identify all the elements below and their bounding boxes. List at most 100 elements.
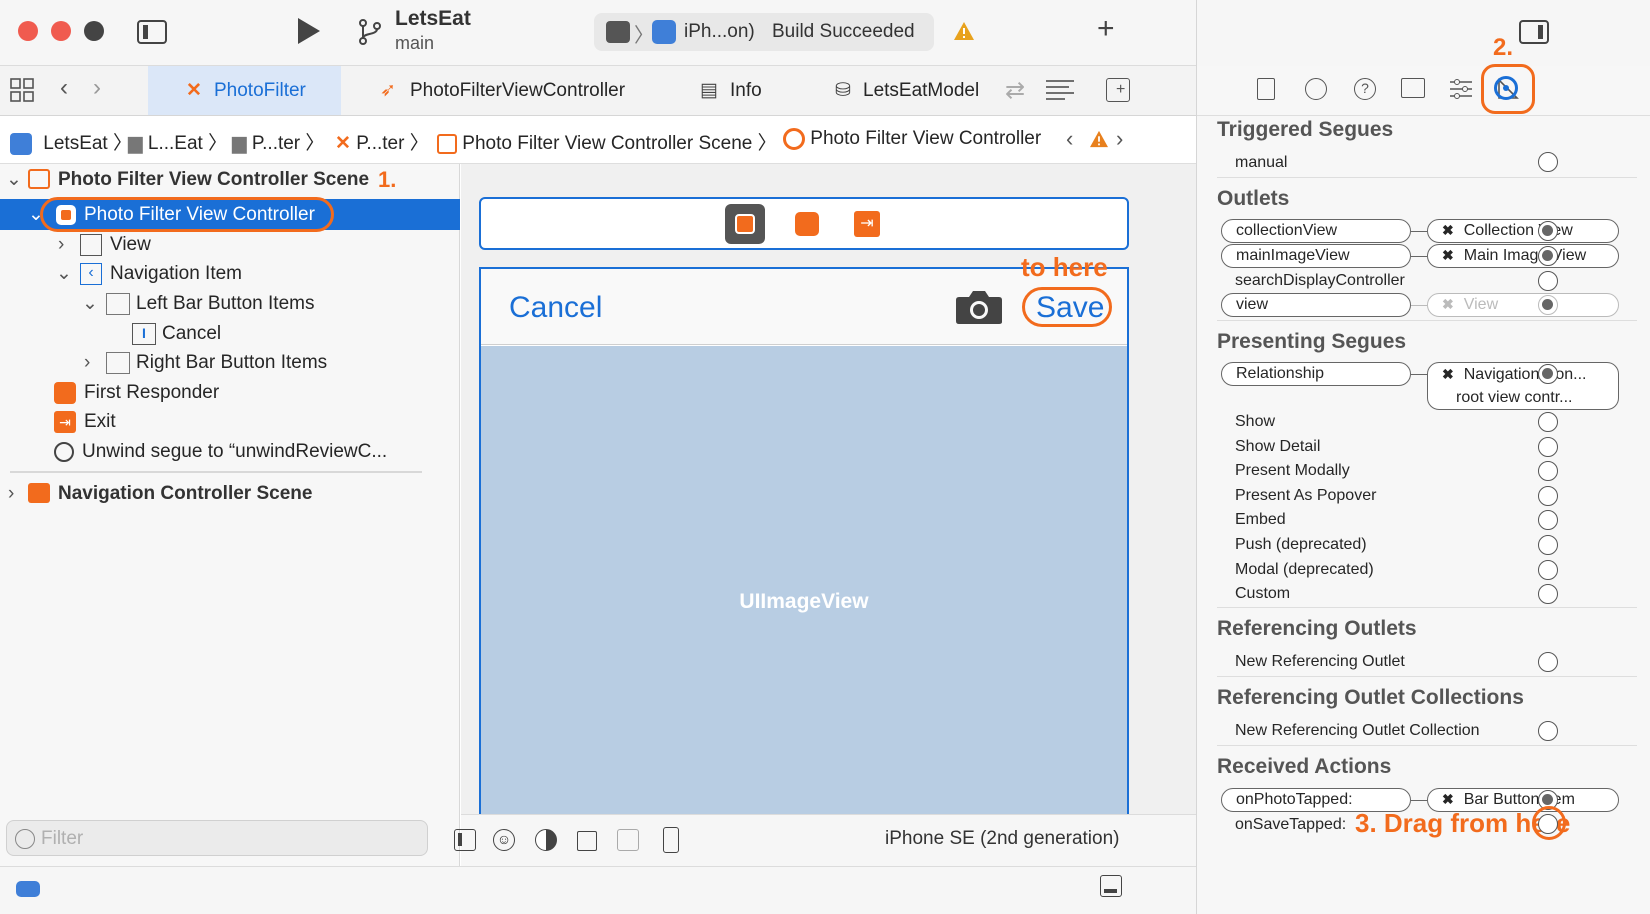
jumpbar-item-project[interactable]: LetsEat 〉 <box>10 128 132 155</box>
minimize-window-button[interactable] <box>51 21 71 41</box>
segue-connection-circle[interactable] <box>1538 412 1558 432</box>
accessibility-icon[interactable]: ☺ <box>493 829 515 851</box>
history-inspector-icon[interactable] <box>1305 78 1327 100</box>
outline-scene-navcontroller[interactable]: › Navigation Controller Scene <box>0 478 460 509</box>
segue-connection-circle[interactable] <box>1538 584 1558 604</box>
outlet-target-collection-view[interactable]: ✖ Collection View <box>1427 219 1619 243</box>
swap-icon[interactable]: ⇄ <box>1005 76 1025 105</box>
remove-connection-icon[interactable]: ✖ <box>1442 791 1454 807</box>
zoom-window-button[interactable] <box>84 21 104 41</box>
help-inspector-icon[interactable]: ? <box>1354 78 1376 100</box>
warning-icon[interactable] <box>953 21 975 46</box>
view-controller-frame[interactable]: Cancel Save to here UIImageView <box>479 252 1129 815</box>
outline-item-navitem[interactable]: ⌄ ‹ Navigation Item <box>0 258 460 289</box>
camera-icon[interactable] <box>955 289 1003 325</box>
remove-connection-icon[interactable]: ✖ <box>1442 247 1454 263</box>
tab-photofilter[interactable]: ✕ PhotoFilter <box>148 66 341 115</box>
back-icon[interactable]: ‹ <box>60 74 68 102</box>
orientation-icon[interactable] <box>577 831 597 851</box>
new-referencing-outlet-circle[interactable] <box>1538 652 1558 672</box>
outlet-target-view[interactable]: ✖ View <box>1427 293 1619 317</box>
segue-connection-circle[interactable] <box>1538 486 1558 506</box>
outlet-circle[interactable] <box>1538 221 1558 241</box>
dock-exit-icon[interactable]: ⇥ <box>854 211 880 237</box>
next-issue-icon[interactable]: › <box>1116 126 1123 152</box>
uiimageview[interactable]: UIImageView <box>481 346 1127 815</box>
outlet-circle[interactable] <box>1538 271 1558 291</box>
segue-connection-circle[interactable] <box>1538 535 1558 555</box>
tab-photofilterviewcontroller[interactable]: ➶ PhotoFilterViewController <box>380 66 650 115</box>
outlet-mainimageview[interactable]: mainImageView <box>1221 244 1411 268</box>
appearance-icon[interactable] <box>535 829 557 851</box>
outlet-collectionview[interactable]: collectionView <box>1221 219 1411 243</box>
outline-item-unwind[interactable]: Unwind segue to “unwindReviewC... <box>0 436 460 467</box>
disclosure-open-icon[interactable]: ⌄ <box>56 258 72 289</box>
segue-connection-circle[interactable] <box>1538 510 1558 530</box>
jumpbar-item-group2[interactable]: ▆ P...ter 〉 <box>232 128 324 155</box>
outline-item-leftbar[interactable]: ⌄ Left Bar Button Items <box>0 288 460 319</box>
cancel-button[interactable]: Cancel <box>509 291 602 325</box>
run-icon[interactable] <box>298 18 320 44</box>
outlet-view[interactable]: view <box>1221 293 1411 317</box>
filter-input[interactable]: Filter <box>6 820 428 856</box>
outlet-circle[interactable] <box>1538 246 1558 266</box>
remove-connection-icon[interactable]: ✖ <box>1442 296 1454 312</box>
remove-connection-icon[interactable]: ✖ <box>1442 366 1454 382</box>
manual-connection-circle[interactable] <box>1538 152 1558 172</box>
outline-item-vc[interactable]: ⌄ Photo Filter View Controller <box>0 197 460 232</box>
scene-dock[interactable]: ⇥ <box>479 197 1129 250</box>
library-add-icon[interactable]: + <box>1097 12 1115 46</box>
forward-icon[interactable]: › <box>93 74 101 102</box>
warning-icon[interactable] <box>1089 130 1109 154</box>
storyboard-canvas[interactable]: ⇥ Cancel Save to here UIImageView <box>461 164 1196 815</box>
connections-inspector-icon[interactable] <box>1494 76 1518 100</box>
outline-item-exit[interactable]: ⇥ Exit <box>0 406 460 437</box>
jumpbar-item-vc[interactable]: Photo Filter View Controller <box>783 128 1041 150</box>
disclosure-closed-icon[interactable]: › <box>58 229 64 260</box>
outline-item-view[interactable]: › View <box>0 229 460 260</box>
outline-item-first-responder[interactable]: First Responder <box>0 377 460 408</box>
onsavetapped-connection-circle[interactable] <box>1538 814 1558 834</box>
dock-view-controller-icon[interactable] <box>725 204 765 244</box>
save-button[interactable]: Save <box>1036 291 1104 325</box>
disclosure-closed-icon[interactable]: › <box>8 478 14 509</box>
segue-connection-circle[interactable] <box>1538 461 1558 481</box>
disclosure-open-icon[interactable]: ⌄ <box>6 164 22 195</box>
device-selector[interactable]: iPh...on) <box>684 21 755 43</box>
outline-item-cancel[interactable]: I Cancel <box>0 318 460 349</box>
relationship-target[interactable]: ✖ Navigation Con... root view contr... <box>1427 362 1619 410</box>
split-view-icon[interactable] <box>617 829 639 851</box>
previous-issue-icon[interactable]: ‹ <box>1066 126 1073 152</box>
tab-info[interactable]: ▤ Info <box>700 66 800 115</box>
file-inspector-icon[interactable] <box>1257 78 1275 100</box>
jumpbar-item-group1[interactable]: ▆ L...Eat 〉 <box>128 128 227 155</box>
disclosure-closed-icon[interactable]: › <box>84 347 90 378</box>
attributes-inspector-icon[interactable] <box>1449 78 1473 100</box>
tab-letseatmodel[interactable]: ⛁ LetsEatModel <box>835 66 995 115</box>
device-config-button[interactable]: iPhone SE (2nd generation) <box>885 828 1120 850</box>
close-window-button[interactable] <box>18 21 38 41</box>
simulator-app-icon[interactable] <box>652 20 676 44</box>
outline-toggle-icon[interactable] <box>454 829 476 851</box>
add-editor-icon[interactable]: + <box>1106 78 1130 102</box>
identity-inspector-icon[interactable] <box>1401 78 1425 98</box>
device-icon[interactable] <box>663 827 679 853</box>
outline-item-rightbar[interactable]: › Right Bar Button Items <box>0 347 460 378</box>
navigator-toggle-icon[interactable] <box>137 20 167 44</box>
outlet-target-main-image-view[interactable]: ✖ Main Image View <box>1427 244 1619 268</box>
dock-first-responder-icon[interactable] <box>795 212 819 236</box>
segue-connection-circle[interactable] <box>1538 437 1558 457</box>
debug-area-toggle-icon[interactable] <box>1100 875 1122 897</box>
related-items-icon[interactable] <box>10 78 34 102</box>
activity-view[interactable]: 〉 iPh...on) Build Succeeded <box>594 13 934 51</box>
relationship-pill[interactable]: Relationship <box>1221 362 1411 386</box>
editor-options-icon[interactable] <box>1045 78 1075 102</box>
remove-connection-icon[interactable]: ✖ <box>1442 222 1454 238</box>
scheme-icon[interactable] <box>606 21 630 43</box>
jumpbar-item-storyboard[interactable]: ✕ P...ter 〉 <box>335 128 429 155</box>
outlet-circle[interactable] <box>1538 295 1558 315</box>
relationship-circle[interactable] <box>1538 364 1558 384</box>
segue-connection-circle[interactable] <box>1538 560 1558 580</box>
new-referencing-collection-circle[interactable] <box>1538 721 1558 741</box>
disclosure-open-icon[interactable]: ⌄ <box>82 288 98 319</box>
